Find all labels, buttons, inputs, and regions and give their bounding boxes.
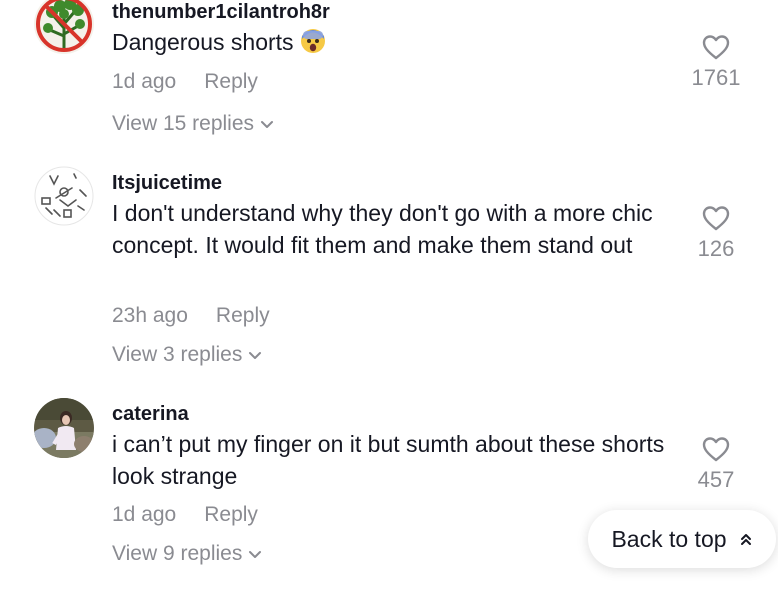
- reply-button[interactable]: Reply: [216, 304, 270, 327]
- comment-username[interactable]: caterina: [112, 402, 189, 426]
- comment-meta: 1d ago Reply: [112, 69, 258, 95]
- view-replies-label: View 3 replies: [112, 343, 243, 366]
- chevron-down-icon: [261, 121, 274, 129]
- back-to-top-label: Back to top: [611, 525, 727, 552]
- like-count: 126: [697, 236, 735, 261]
- comment-username[interactable]: Itsjuicetime: [112, 171, 222, 195]
- like-count: 1761: [691, 65, 741, 90]
- fearful-face-emoji-icon: [300, 29, 325, 53]
- comment-meta: 23h ago Reply: [112, 303, 270, 329]
- comment-text: i can’t put my finger on it but sumth ab…: [112, 431, 665, 489]
- comment-username[interactable]: thenumber1cilantroh8r: [112, 0, 330, 24]
- like-section: 126: [684, 204, 748, 262]
- view-replies-label: View 15 replies: [112, 112, 255, 135]
- like-count: 457: [697, 467, 735, 492]
- back-to-top-button[interactable]: Back to top: [588, 510, 776, 568]
- view-replies-button[interactable]: View 15 replies: [112, 111, 274, 137]
- chevron-down-icon: [249, 551, 262, 559]
- comment-text: I don't understand why they don't go wit…: [112, 200, 653, 258]
- heart-icon[interactable]: [701, 204, 731, 232]
- comment-text: Dangerous shorts: [112, 27, 682, 59]
- photo-avatar: [34, 398, 94, 458]
- double-chevron-up-icon: [740, 534, 751, 545]
- view-replies-button[interactable]: View 3 replies: [112, 342, 262, 368]
- reply-button[interactable]: Reply: [204, 70, 258, 93]
- avatar[interactable]: [34, 0, 94, 54]
- avatar[interactable]: [34, 398, 94, 458]
- chevron-down-icon: [249, 352, 262, 360]
- avatar[interactable]: [34, 166, 94, 226]
- cilantro-banned-avatar: [34, 0, 94, 54]
- heart-icon[interactable]: [701, 33, 731, 61]
- like-section: 457: [684, 435, 748, 493]
- heart-icon[interactable]: [701, 435, 731, 463]
- like-section: 1761: [684, 33, 748, 91]
- comments-panel: thenumber1cilantroh8r Dangerous shorts 1…: [0, 0, 778, 589]
- comment-item: thenumber1cilantroh8r Dangerous shorts 1…: [0, 0, 778, 150]
- comment-text-content: Dangerous shorts: [112, 29, 294, 55]
- view-replies-button[interactable]: View 9 replies: [112, 541, 262, 567]
- view-replies-label: View 9 replies: [112, 542, 243, 565]
- comment-time: 1d ago: [112, 503, 177, 526]
- comment-meta: 1d ago Reply: [112, 502, 258, 528]
- doodle-avatar: [34, 166, 94, 226]
- comment-time: 1d ago: [112, 70, 177, 93]
- comment-time: 23h ago: [112, 304, 188, 327]
- reply-button[interactable]: Reply: [204, 503, 258, 526]
